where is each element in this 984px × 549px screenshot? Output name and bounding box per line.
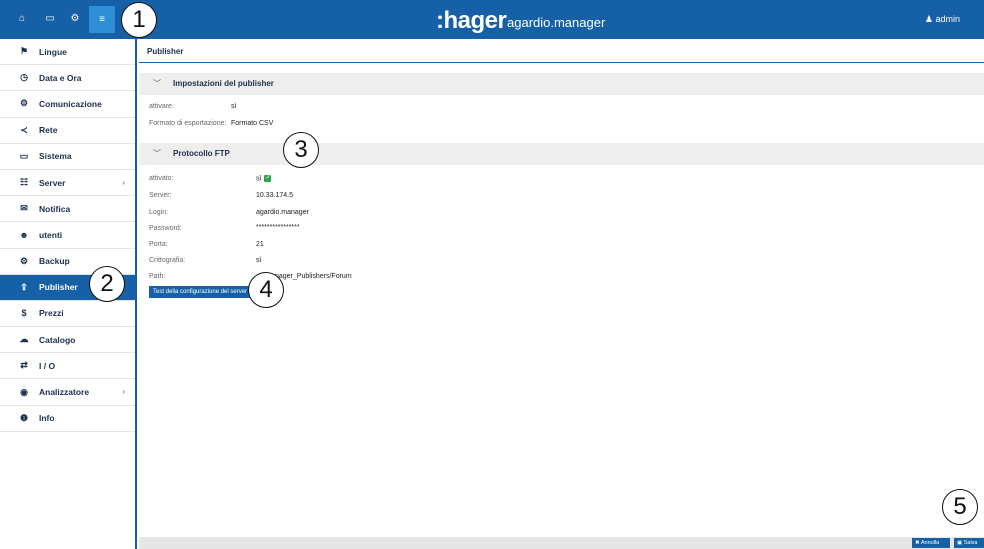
upload-icon: ⇪	[20, 281, 28, 292]
cancel-label: Annulla	[920, 540, 940, 546]
envelope-icon: ✉	[20, 203, 28, 214]
callout-5: 5	[942, 489, 978, 525]
page-title: Publisher	[147, 47, 184, 56]
sidebar-item-catalogo[interactable]: ☁ Catalogo	[0, 327, 135, 354]
cancel-button[interactable]: ✖ Annulla	[912, 538, 950, 548]
callout-1: 1	[121, 2, 157, 38]
sidebar-item-analizzatore[interactable]: ◉ Analizzatore ›	[0, 379, 135, 406]
sidebar-item-info[interactable]: ❶ Info	[0, 406, 135, 432]
field-value: 21	[256, 241, 264, 248]
section-ftp-protocol[interactable]: ﹀ Protocollo FTP	[139, 143, 984, 165]
cogs-icon: ⚙	[19, 98, 29, 109]
field-label: attivato:	[149, 175, 174, 182]
user-icon: ♟	[924, 14, 936, 24]
dollar-icon: $	[21, 308, 27, 319]
cogs-icon: ⚙	[19, 255, 29, 266]
sidebar-item-lingue[interactable]: ⚑ Lingue	[0, 39, 135, 66]
bottom-action-bar: ✖ Annulla ▣ Salva	[139, 537, 984, 549]
sidebar-item-label: Publisher	[39, 282, 78, 293]
clock-icon: ◷	[20, 72, 28, 83]
brand-subtitle: agardio.manager	[507, 15, 606, 30]
drive-icon: ▭	[19, 150, 29, 161]
field-label: Password:	[149, 225, 182, 232]
field-value: sì ✓	[256, 175, 272, 183]
field-value: 10.33.174.5	[256, 192, 293, 199]
share-icon: ≺	[20, 124, 28, 135]
sidebar-item-data-ora[interactable]: ◷ Data e Ora	[0, 65, 135, 92]
chevron-right-icon: ›	[122, 177, 125, 187]
sidebar-item-label: Rete	[39, 125, 58, 136]
sidebar-item-label: Server	[39, 177, 66, 188]
field-label: Server:	[149, 192, 172, 199]
field-value: ****************	[256, 224, 300, 231]
save-label: Salva	[963, 540, 978, 546]
cloud-upload-icon: ☁	[19, 334, 29, 345]
exchange-icon: ⇄	[20, 360, 28, 371]
chevron-right-icon: ›	[122, 387, 125, 397]
sidebar-item-label: I / O	[39, 360, 56, 371]
users-icon: ☻	[19, 229, 29, 240]
flag-icon: ⚑	[19, 46, 29, 57]
callout-2: 2	[89, 266, 125, 302]
section-heading: Protocollo FTP	[173, 149, 230, 158]
sidebar-item-comunicazione[interactable]: ⚙ Comunicazione	[0, 91, 135, 118]
section-heading: Impostazioni del publisher	[173, 79, 274, 88]
sidebar-item-label: Backup	[39, 256, 70, 267]
user-name: admin	[935, 14, 960, 24]
sidebar-item-label: Lingue	[39, 46, 67, 57]
check-icon: ✓	[264, 175, 272, 182]
field-label: attivare:	[149, 103, 174, 110]
callout-3: 3	[283, 132, 319, 168]
field-label: Formato di esportazione:	[149, 120, 227, 127]
sidebar-item-label: Data e Ora	[39, 72, 82, 83]
field-value: nager_Publishers/Forum	[275, 273, 352, 280]
test-server-config-button[interactable]: Test della configurazione del server	[149, 286, 253, 298]
sidebar-item-utenti[interactable]: ☻ utenti	[0, 222, 135, 249]
eye-icon: ◉	[20, 386, 28, 397]
sidebar-item-label: Sistema	[39, 151, 72, 162]
user-menu[interactable]: ♟ admin	[925, 14, 960, 25]
floppy-icon: ▣	[957, 540, 964, 546]
sidebar-item-label: utenti	[39, 229, 63, 240]
sidebar-item-label: Catalogo	[39, 334, 76, 345]
field-value: agardio.manager	[256, 209, 309, 216]
server-icon: ☷	[19, 177, 29, 188]
sidebar-item-label: Notifica	[39, 203, 71, 214]
sidebar-item-label: Comunicazione	[39, 98, 102, 109]
sliders-icon[interactable]: ≡	[89, 6, 115, 33]
field-value: sì	[256, 257, 262, 264]
save-button[interactable]: ▣ Salva	[954, 538, 984, 548]
sidebar-item-notifica[interactable]: ✉ Notifica	[0, 196, 135, 223]
sidebar-item-label: Info	[39, 413, 55, 424]
chevron-down-icon: ﹀	[153, 149, 161, 158]
sidebar-item-sistema[interactable]: ▭ Sistema	[0, 144, 135, 170]
sidebar-item-prezzi[interactable]: $ Prezzi	[0, 301, 135, 328]
callout-4: 4	[248, 272, 284, 308]
cogs-icon[interactable]: ⚙	[67, 11, 83, 27]
sidebar-item-server[interactable]: ☷ Server ›	[0, 170, 135, 197]
chevron-down-icon: ﹀	[153, 79, 161, 88]
field-label: Path:	[149, 273, 166, 280]
field-label: Login:	[149, 209, 169, 216]
sidebar-item-io[interactable]: ⇄ I / O	[0, 353, 135, 380]
field-value: sì	[231, 103, 237, 110]
field-value: Formato CSV	[231, 120, 274, 127]
field-label: Porta:	[149, 241, 168, 248]
info-icon: ❶	[19, 412, 29, 423]
field-label: Crittografia:	[149, 257, 186, 264]
monitor-icon[interactable]: ▭	[42, 11, 58, 27]
sidebar-item-label: Analizzatore	[39, 387, 90, 398]
brand-logo: :hager	[436, 7, 507, 34]
sidebar-item-rete[interactable]: ≺ Rete	[0, 118, 135, 144]
home-icon[interactable]: ⌂	[14, 11, 30, 27]
title-divider	[139, 62, 984, 63]
sidebar-item-label: Prezzi	[39, 308, 64, 319]
field-value-text: sì	[256, 175, 262, 183]
section-publisher-settings[interactable]: ﹀ Impostazioni del publisher	[139, 73, 984, 95]
